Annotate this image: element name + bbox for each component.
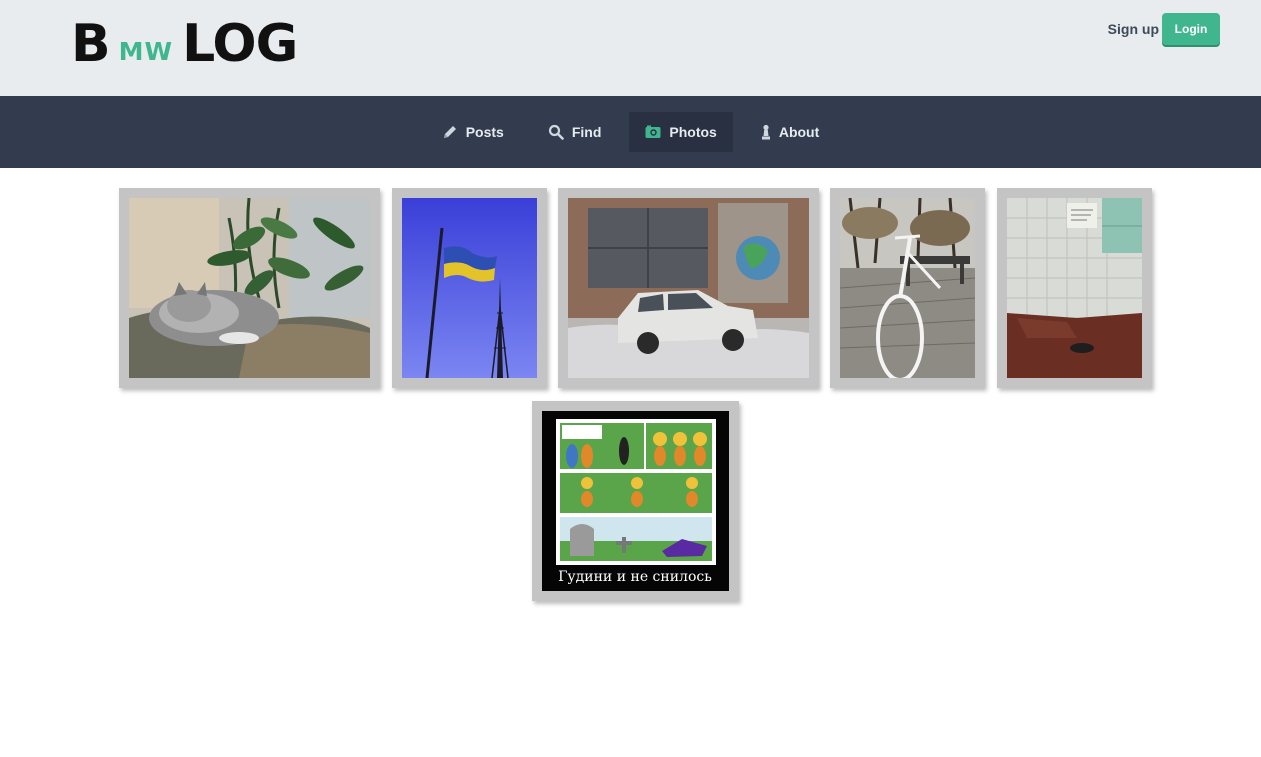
nav-item-about[interactable]: About [745,112,835,152]
login-button[interactable]: Login [1162,13,1220,45]
photo-thumb-flag[interactable] [392,188,547,388]
nav-label-photos: Photos [669,124,717,140]
car-photo [568,198,809,378]
logo-log: LOG [182,14,298,74]
pencil-icon [443,126,456,138]
nav-label-about: About [778,124,820,140]
signup-link[interactable]: Sign up [1108,21,1159,37]
site-logo[interactable]: B MW LOG [71,14,298,74]
nav-item-posts[interactable]: Posts [426,112,520,152]
bicycle-photo [840,198,975,378]
cat-photo [129,198,370,378]
logo-mw: MW [118,37,174,66]
nav-label-posts: Posts [465,124,504,140]
photo-thumb-cat[interactable] [119,188,380,388]
search-icon [548,124,564,140]
hallway-photo [1007,198,1142,378]
main-nav: Posts Find Photos About [0,96,1261,168]
site-header: B MW LOG Sign up Login [0,0,1261,96]
nav-label-find: Find [571,124,602,140]
nav-item-find[interactable]: Find [532,112,618,152]
photo-thumb-bicycle[interactable] [830,188,985,388]
logo-letter-b: B [71,14,111,74]
photo-thumb-comic[interactable]: Гудини и не снилось [532,401,739,601]
chess-pawn-icon [761,124,770,140]
photo-thumb-car[interactable] [558,188,819,388]
comic-caption: Гудини и не снилось [558,569,712,585]
comic-photo: Гудини и не снилось [542,411,729,591]
nav-item-photos[interactable]: Photos [629,112,733,152]
camera-icon [645,125,661,138]
photo-thumb-hallway[interactable] [997,188,1152,388]
flag-photo [402,198,537,378]
